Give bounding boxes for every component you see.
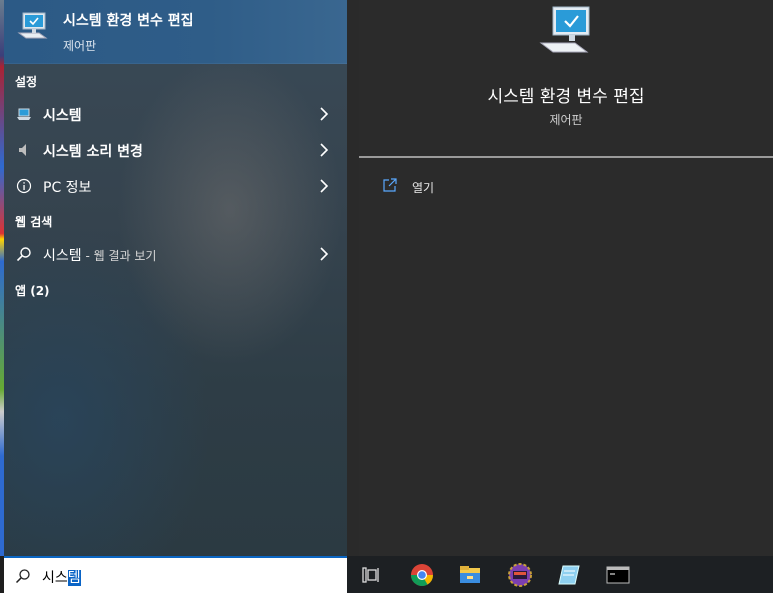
- open-button[interactable]: 열기: [379, 174, 499, 200]
- detail-divider: [359, 156, 773, 158]
- web-query: 시스템: [43, 248, 82, 264]
- detail-subtitle: 제어판: [549, 113, 583, 127]
- search-selected-text: 템: [67, 570, 81, 586]
- desktop-background-strip: [0, 0, 4, 556]
- best-match-result[interactable]: 시스템 환경 변수 편집 제어판: [4, 0, 347, 64]
- detail-panel: 시스템 환경 변수 편집 제어판 열기: [359, 0, 773, 556]
- chevron-right-icon[interactable]: [319, 107, 329, 121]
- system-monitor-icon: [539, 6, 590, 53]
- search-icon: [15, 569, 30, 584]
- result-label-pc-info: PC 정보: [43, 180, 92, 196]
- section-web-heading: 웹 검색: [15, 215, 53, 229]
- open-icon: [383, 178, 397, 192]
- search-typed-text: 시스: [42, 570, 68, 586]
- taskbar: [347, 556, 773, 593]
- result-item-sound[interactable]: 시스템 소리 변경: [4, 132, 347, 168]
- open-label: 열기: [412, 181, 435, 195]
- result-item-system[interactable]: 시스템: [4, 96, 347, 132]
- file-explorer-icon[interactable]: [455, 560, 485, 590]
- result-item-pc-info[interactable]: PC 정보: [4, 168, 347, 204]
- result-label-system: 시스템: [43, 108, 82, 124]
- section-settings-heading: 설정: [15, 75, 38, 89]
- result-item-web-search[interactable]: 시스템 - 웹 결과 보기: [4, 236, 347, 272]
- search-results-panel: [0, 0, 347, 556]
- search-box[interactable]: 시스템: [4, 556, 347, 593]
- chrome-icon[interactable]: [407, 560, 437, 590]
- search-icon: [16, 247, 31, 262]
- section-apps-heading[interactable]: 앱 (2): [15, 282, 50, 299]
- chevron-right-icon[interactable]: [319, 247, 329, 261]
- best-match-subtitle: 제어판: [63, 39, 97, 53]
- detail-title: 시스템 환경 변수 편집: [487, 87, 645, 107]
- result-label-sound: 시스템 소리 변경: [43, 144, 143, 160]
- result-label-web: 시스템 - 웹 결과 보기: [43, 245, 156, 265]
- game-icon[interactable]: [505, 560, 535, 590]
- speaker-icon: [19, 144, 26, 156]
- laptop-icon: [17, 108, 31, 120]
- info-icon: [16, 178, 32, 194]
- task-view-icon[interactable]: [356, 560, 386, 590]
- best-match-title: 시스템 환경 변수 편집: [63, 13, 194, 29]
- chevron-right-icon[interactable]: [319, 143, 329, 157]
- web-suffix: - 웹 결과 보기: [81, 249, 157, 263]
- search-input[interactable]: 시스템: [42, 567, 81, 587]
- notepad-icon[interactable]: [554, 560, 584, 590]
- panel-divider: [347, 0, 359, 556]
- system-monitor-icon: [17, 12, 48, 39]
- terminal-icon[interactable]: [603, 560, 633, 590]
- chevron-right-icon[interactable]: [319, 179, 329, 193]
